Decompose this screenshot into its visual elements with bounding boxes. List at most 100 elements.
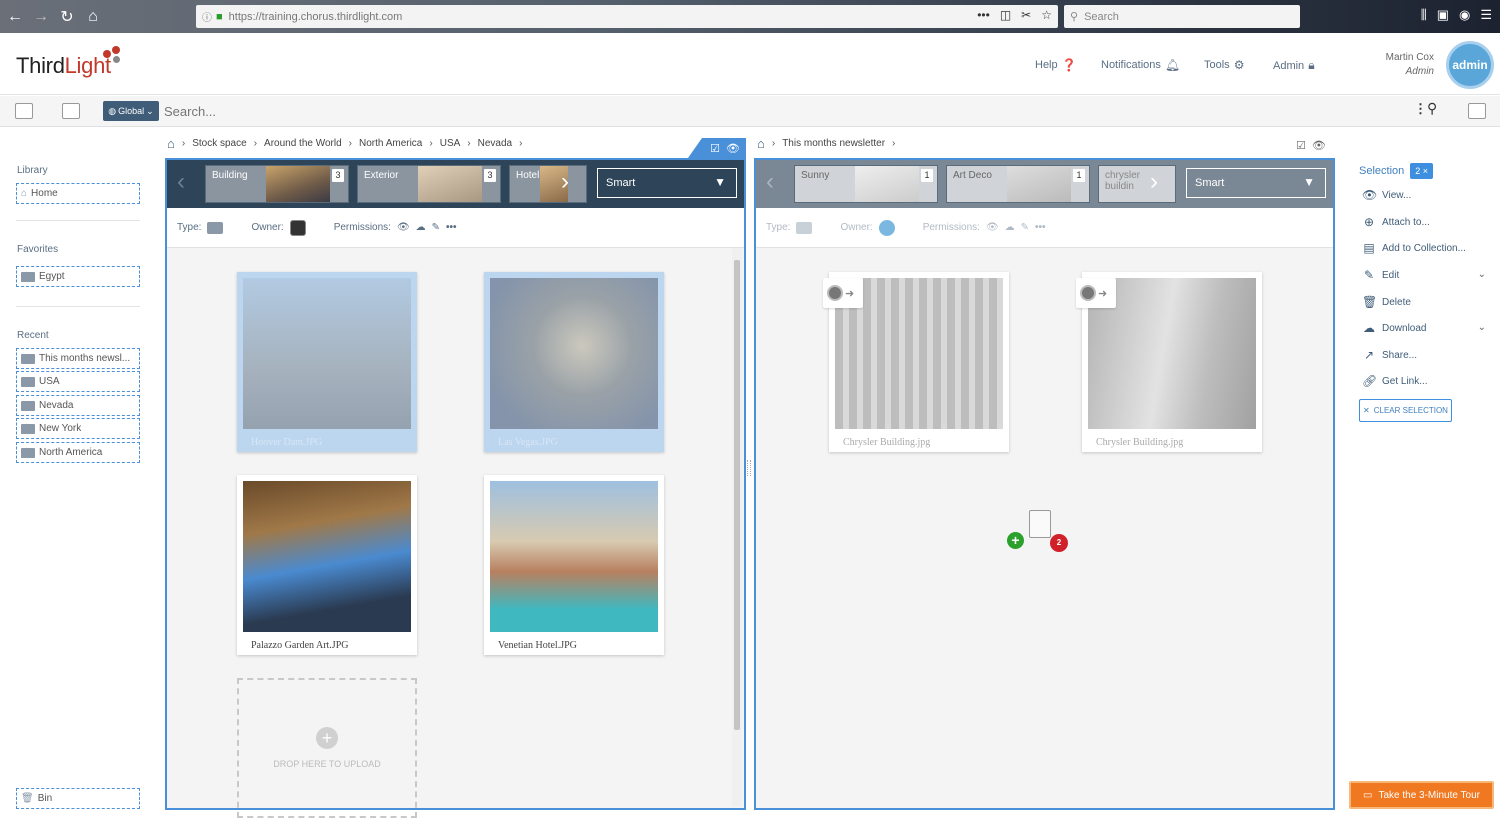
menu-icon[interactable]: ☰ (1480, 7, 1492, 23)
help-link[interactable]: Help ❓ (1035, 58, 1077, 72)
download-permission-icon[interactable]: ☁ (1005, 222, 1015, 233)
chevron-left-icon[interactable]: ‹ (177, 168, 185, 196)
sidebar-item-newsletter[interactable]: This months newsl... (16, 348, 140, 369)
action-delete[interactable]: 🗑︎ Delete (1362, 296, 1490, 308)
owner-avatar[interactable] (878, 219, 895, 236)
home-icon[interactable]: ⌂ (757, 136, 765, 151)
chevron-right-icon[interactable]: › (561, 168, 569, 196)
search-input[interactable] (164, 101, 1404, 121)
file-card-palazzo-garden-art[interactable]: Palazzo Garden Art.JPG (237, 475, 417, 655)
breadcrumb-around-the-world[interactable]: Around the World (264, 138, 342, 149)
search-icon[interactable]: ⚲ (1427, 100, 1437, 117)
search-scope-dropdown[interactable]: ◍ Global ⌄ (103, 101, 159, 121)
admin-link[interactable]: Admin 🔒︎ (1273, 58, 1315, 73)
tab-sunny[interactable]: Sunny 1 (794, 165, 938, 203)
forward-icon[interactable]: → (28, 4, 54, 30)
sidebar-item-new-york[interactable]: New York (16, 418, 140, 439)
panel-resize-handle[interactable] (747, 460, 751, 476)
divider (16, 306, 140, 307)
select-all-icon[interactable]: ☑ (710, 142, 720, 155)
trash-icon: 🗑︎ (1362, 295, 1378, 309)
action-get-link[interactable]: 🔗︎ Get Link... (1362, 375, 1490, 387)
more-icon[interactable]: ••• (446, 222, 457, 233)
action-view[interactable]: 👁︎ View... (1362, 189, 1490, 201)
sidebar: Library ⌂ Home Favorites Egypt Recent Thi… (0, 128, 160, 819)
selection-count-badge[interactable]: 2 × (1410, 163, 1434, 179)
toggle-right-panel-icon[interactable] (1468, 103, 1486, 119)
bookmark-star-icon[interactable]: ☆ (1041, 8, 1052, 22)
grid-view-icon[interactable] (62, 103, 80, 119)
upload-drop-zone[interactable]: + DROP HERE TO UPLOAD (237, 678, 417, 818)
action-add-to-collection[interactable]: ▤ Add to Collection... (1362, 242, 1490, 254)
avatar[interactable]: admin (1446, 41, 1494, 89)
breadcrumb-north-america[interactable]: North America (359, 138, 422, 149)
folder-icon (21, 376, 35, 387)
tab-art-deco[interactable]: Art Deco 1 (946, 165, 1090, 203)
smart-select[interactable]: Smart ▼ (1186, 168, 1326, 198)
chevron-right-icon[interactable]: › (1150, 168, 1158, 196)
file-card-chrysler-building[interactable]: ➜ Chrysler Building.jpg (1076, 272, 1262, 452)
sidebar-item-usa[interactable]: USA (16, 371, 140, 392)
smart-select[interactable]: Smart ▼ (597, 168, 737, 198)
action-share[interactable]: ↗ Share... (1362, 349, 1490, 361)
sidebar-item-nevada[interactable]: Nevada (16, 395, 140, 416)
edit-permission-icon[interactable]: ✎ (1021, 222, 1029, 233)
tour-button[interactable]: ▭ Take the 3-Minute Tour (1349, 781, 1494, 809)
edit-permission-icon[interactable]: ✎ (432, 222, 440, 233)
scrollbar-thumb[interactable] (734, 260, 740, 730)
clear-selection-button[interactable]: ✕ CLEAR SELECTION (1359, 399, 1452, 422)
action-download[interactable]: ☁ Download ⌄ (1362, 322, 1490, 334)
scrollbar[interactable] (732, 248, 742, 806)
breadcrumb-newsletter[interactable]: This months newsletter (782, 138, 885, 149)
view-permission-icon[interactable]: 👁︎ (397, 222, 410, 233)
file-card-hoover-dam[interactable]: Hoover Dam.JPG (237, 272, 417, 452)
sidebar-item-bin[interactable]: 🗑︎ Bin (16, 788, 140, 809)
eye-icon[interactable]: 👁︎ (1312, 139, 1326, 152)
folder-icon[interactable] (207, 221, 224, 234)
tab-exterior[interactable]: Exterior 3 (357, 165, 501, 203)
more-icon[interactable]: ••• (977, 8, 990, 22)
download-permission-icon[interactable]: ☁ (416, 222, 426, 233)
user-info[interactable]: Martin Cox Admin (1386, 51, 1434, 79)
owner-avatar[interactable] (289, 219, 306, 236)
file-card-venetian-hotel[interactable]: Venetian Hotel.JPG (484, 475, 664, 655)
collection-icon[interactable] (796, 221, 813, 234)
action-attach[interactable]: ⊕ Attach to... (1362, 216, 1490, 228)
extension-icon[interactable]: ◉ (1459, 7, 1470, 23)
sidebar-icon[interactable]: ▣ (1437, 7, 1449, 23)
notifications-link[interactable]: Notifications 🔔︎ (1101, 58, 1180, 72)
url-bar[interactable]: ⓘ ■ https://training.chorus.thirdlight.c… (196, 5, 1058, 28)
breadcrumb-nevada[interactable]: Nevada (478, 138, 512, 149)
tab-chrysler-building[interactable]: chrysler buildin (1098, 165, 1176, 203)
library-icon[interactable]: ⫼ (1421, 7, 1427, 23)
action-edit[interactable]: ✎ Edit ⌄ (1362, 269, 1490, 281)
sidebar-item-egypt[interactable]: Egypt (16, 266, 140, 287)
chevron-left-icon[interactable]: ‹ (766, 168, 774, 196)
globe-icon: ◍ (108, 105, 117, 116)
tab-building[interactable]: Building 3 (205, 165, 349, 203)
sidebar-item-north-america[interactable]: North America (16, 442, 140, 463)
file-card-chrysler-building[interactable]: ➜ Chrysler Building.jpg (823, 272, 1009, 452)
breadcrumb-stock-space[interactable]: Stock space (192, 138, 246, 149)
search-options-icon[interactable]: ⋮ (1414, 101, 1427, 117)
view-permission-icon[interactable]: 👁︎ (986, 222, 999, 233)
more-icon[interactable]: ••• (1035, 222, 1046, 233)
screenshot-icon[interactable]: ✂ (1021, 8, 1031, 22)
file-card-las-vegas[interactable]: Las Vegas.JPG (484, 272, 664, 452)
pocket-icon[interactable]: ◫ (1000, 8, 1011, 22)
folder-meta-row: Type: Owner: Permissions: 👁︎ ☁ ✎ ••• (167, 208, 744, 248)
home-icon[interactable]: ⌂ (80, 4, 106, 30)
browser-search-field[interactable]: ⚲ Search (1064, 5, 1300, 28)
select-all-icon[interactable]: ☑ (1296, 139, 1306, 152)
info-icon[interactable]: ⓘ (202, 9, 212, 24)
thirdlight-logo[interactable]: ThirdLight (16, 53, 111, 79)
toggle-left-panel-icon[interactable] (15, 103, 33, 119)
breadcrumb-usa[interactable]: USA (440, 138, 461, 149)
back-icon[interactable]: ← (2, 4, 28, 30)
home-icon[interactable]: ⌂ (167, 136, 175, 151)
tools-link[interactable]: Tools ⚙ (1204, 58, 1244, 72)
reload-icon[interactable]: ↻ (54, 4, 80, 30)
sidebar-item-home[interactable]: ⌂ Home (16, 183, 140, 204)
eye-icon[interactable]: 👁︎ (726, 142, 740, 155)
tab-hotel[interactable]: Hotel (509, 165, 587, 203)
